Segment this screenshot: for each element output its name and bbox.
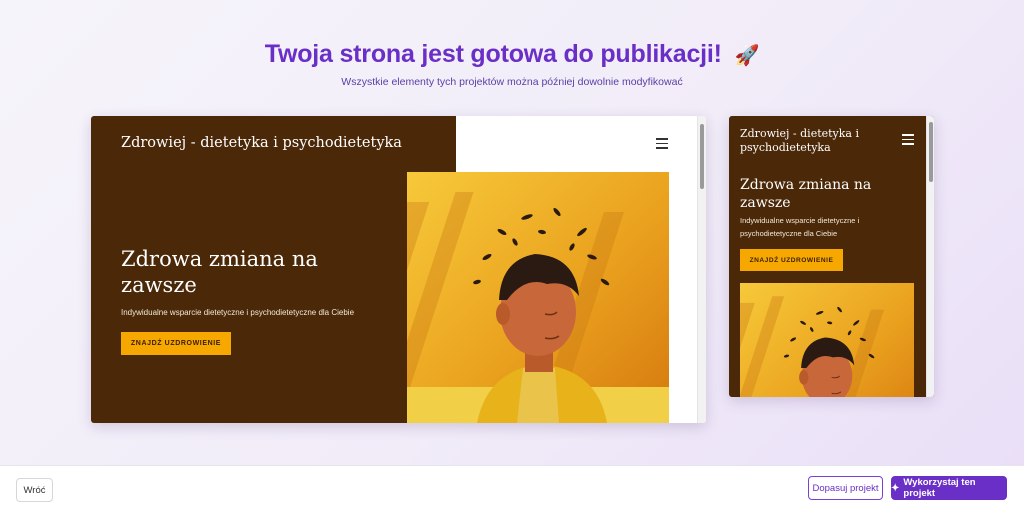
use-project-label: Wykorzystaj ten projekt bbox=[903, 477, 976, 499]
hero-title: Zdrowa zmiana na zawsze bbox=[121, 247, 318, 298]
hero-title: Zdrowa zmiana na zawsze bbox=[740, 177, 872, 212]
cta-button[interactable]: ZNAJDŹ UZDROWIENIE bbox=[121, 332, 231, 355]
hero-image bbox=[407, 172, 669, 423]
page-title: Twoja strona jest gotowa do publikacji! … bbox=[0, 40, 1024, 69]
cta-button[interactable]: ZNAJDŹ UZDROWIENIE bbox=[740, 249, 843, 271]
sparkles-icon: ✦ bbox=[891, 482, 900, 494]
scrollbar[interactable] bbox=[697, 116, 706, 423]
desktop-preview[interactable]: Zdrowiej - dietetyka i psychodietetyka Z… bbox=[91, 116, 706, 423]
back-button[interactable]: Wróć bbox=[16, 478, 53, 502]
hero-image bbox=[740, 283, 914, 397]
page-title-text: Twoja strona jest gotowa do publikacji! bbox=[264, 40, 722, 68]
adjust-project-button[interactable]: Dopasuj projekt bbox=[808, 476, 883, 500]
scrollbar-thumb[interactable] bbox=[929, 122, 933, 182]
hamburger-menu-icon[interactable] bbox=[656, 138, 668, 149]
site-logo: Zdrowiej - dietetyka i psychodietetyka bbox=[740, 127, 860, 155]
rocket-icon: 🚀 bbox=[734, 45, 760, 67]
hero-subtitle: Indywidualne wsparcie dietetyczne i psyc… bbox=[740, 216, 860, 239]
mobile-preview[interactable]: Zdrowiej - dietetyka i psychodietetyka Z… bbox=[729, 116, 934, 397]
hamburger-menu-icon[interactable] bbox=[902, 134, 914, 145]
footer-bar: Wróć Dopasuj projekt ✦ Wykorzystaj ten p… bbox=[0, 465, 1024, 508]
scrollbar-thumb[interactable] bbox=[700, 124, 704, 189]
use-project-button[interactable]: ✦ Wykorzystaj ten projekt bbox=[891, 476, 1007, 500]
site-logo: Zdrowiej - dietetyka i psychodietetyka bbox=[121, 135, 402, 151]
scrollbar[interactable] bbox=[926, 116, 934, 397]
page-subtitle: Wszystkie elementy tych projektów można … bbox=[341, 76, 683, 88]
hero-subtitle: Indywidualne wsparcie dietetyczne i psyc… bbox=[121, 308, 355, 317]
